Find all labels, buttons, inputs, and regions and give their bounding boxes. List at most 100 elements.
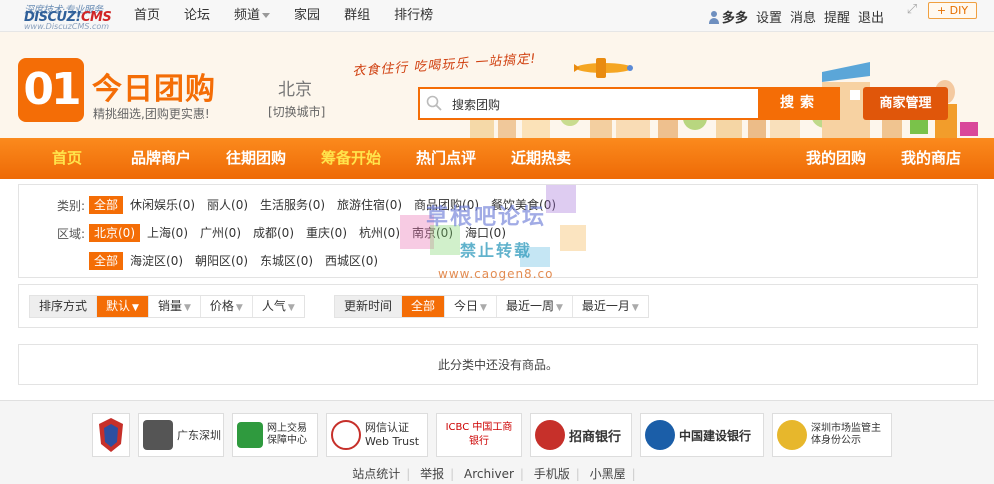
top-nav-home[interactable]: 首页 xyxy=(122,0,172,32)
region-option[interactable]: 广州(0) xyxy=(195,224,246,242)
top-bar: 深度技术·专业服务 DISCUZ!CMS www.DiscuzCMS.com 首… xyxy=(0,0,994,32)
archiver-link[interactable]: Archiver xyxy=(464,467,514,481)
sort-label: 排序方式 xyxy=(30,296,98,317)
site-logo[interactable]: 深度技术·专业服务 DISCUZ!CMS www.DiscuzCMS.com xyxy=(22,1,122,31)
main-nav-recent-bestsellers[interactable]: 近期热卖 xyxy=(511,138,571,179)
main-nav-past-deals[interactable]: 往期团购 xyxy=(226,138,286,179)
arrow-down-icon: ▼ xyxy=(183,303,191,313)
main-nav-hot-reviews[interactable]: 热门点评 xyxy=(416,138,476,179)
police-badge[interactable] xyxy=(92,413,130,457)
expand-icon[interactable]: ⤢ xyxy=(905,3,919,17)
trade-guarantee-badge[interactable]: 网上交易保障中心 xyxy=(232,413,318,457)
market-supervision-badge[interactable]: 深圳市场监管主体身份公示 xyxy=(772,413,892,457)
site-title: 今日团购 xyxy=(92,72,216,107)
top-nav-forum[interactable]: 论坛 xyxy=(172,0,222,32)
search-button[interactable]: 搜索 xyxy=(760,87,840,120)
district-option[interactable]: 全部 xyxy=(89,252,124,270)
icbc-badge[interactable]: ICBC 中国工商银行 xyxy=(436,413,522,457)
logout-link[interactable]: 退出 xyxy=(854,7,888,26)
shield-check-icon xyxy=(237,422,263,448)
time-month[interactable]: 最近一月 ▼ xyxy=(572,296,648,317)
top-nav-groups[interactable]: 群组 xyxy=(332,0,382,32)
category-filter-row: 类别: 全部 休闲娱乐(0) 丽人(0) 生活服务(0) 旅游住宿(0) 商品团… xyxy=(19,194,563,216)
time-label: 更新时间 xyxy=(335,296,403,317)
site-subtitle: 精挑细选,团购更实惠! xyxy=(93,107,210,121)
district-option[interactable]: 海淀区(0) xyxy=(125,252,188,270)
category-label: 类别: xyxy=(56,198,85,213)
diy-button[interactable]: + DIY xyxy=(928,2,977,19)
airplane-icon xyxy=(574,58,633,78)
category-option[interactable]: 丽人(0) xyxy=(202,196,253,214)
notifications-link[interactable]: 提醒 xyxy=(820,7,854,26)
sort-default[interactable]: 默认 ▼ xyxy=(97,296,149,317)
badge-label: 深圳市场监管主体身份公示 xyxy=(811,423,881,446)
bank-logo-icon xyxy=(645,420,675,450)
report-link[interactable]: 举报 xyxy=(420,467,444,481)
separator: | xyxy=(406,467,411,481)
messages-link[interactable]: 消息 xyxy=(786,7,820,26)
district-option[interactable]: 朝阳区(0) xyxy=(190,252,253,270)
separator: | xyxy=(575,467,580,481)
time-week[interactable]: 最近一周 ▼ xyxy=(496,296,573,317)
district-option[interactable]: 东城区(0) xyxy=(255,252,318,270)
category-option[interactable]: 餐饮美食(0) xyxy=(486,196,561,214)
logo-url: www.DiscuzCMS.com xyxy=(24,22,110,31)
main-nav-brands[interactable]: 品牌商户 xyxy=(131,138,191,179)
current-city: 北京 xyxy=(278,80,312,100)
region-option[interactable]: 南京(0) xyxy=(407,224,458,242)
username-link[interactable]: 多多 xyxy=(704,7,752,26)
ccb-badge[interactable]: 中国建设银行 xyxy=(640,413,764,457)
plus-icon: + xyxy=(936,4,947,17)
time-today[interactable]: 今日 ▼ xyxy=(445,296,497,317)
region-option[interactable]: 成都(0) xyxy=(248,224,299,242)
arrow-down-icon: ▼ xyxy=(132,303,139,313)
category-option[interactable]: 生活服务(0) xyxy=(255,196,330,214)
user-menu: 多多 设置 消息 提醒 退出 xyxy=(704,0,888,32)
region-option[interactable]: 重庆(0) xyxy=(301,224,352,242)
sort-price[interactable]: 价格 ▼ xyxy=(200,296,253,317)
main-nav-my-groupbuys[interactable]: 我的团购 xyxy=(806,138,866,179)
sort-popularity[interactable]: 人气 ▼ xyxy=(252,296,304,317)
region-option[interactable]: 海口(0) xyxy=(460,224,511,242)
region-filter-row: 区域: 北京(0) 上海(0) 广州(0) 成都(0) 重庆(0) 杭州(0) … xyxy=(19,222,513,244)
switch-city-link[interactable]: [切换城市] xyxy=(268,103,325,120)
shenzhen-badge[interactable]: 广东深圳 xyxy=(138,413,224,457)
main-nav-my-store[interactable]: 我的商店 xyxy=(901,138,961,179)
time-all[interactable]: 全部 xyxy=(402,296,446,317)
main-nav-home[interactable]: 首页 xyxy=(52,138,82,179)
shield-icon xyxy=(99,418,123,452)
cmb-badge[interactable]: 招商银行 xyxy=(530,413,632,457)
top-nav-channel[interactable]: 频道 xyxy=(222,0,282,32)
trust-badges: 广东深圳 网上交易保障中心 网信认证 Web Trust ICBC 中国工商银行… xyxy=(92,413,900,457)
category-option[interactable]: 旅游住宿(0) xyxy=(332,196,407,214)
diy-label: DIY xyxy=(949,4,969,17)
time-month-label: 最近一月 xyxy=(581,299,630,313)
groupbuy-logo[interactable]: 01 xyxy=(18,58,84,122)
category-option[interactable]: 商品团购(0) xyxy=(409,196,484,214)
main-nav-upcoming[interactable]: 筹备开始 xyxy=(321,138,381,179)
region-option[interactable]: 上海(0) xyxy=(142,224,193,242)
separator: | xyxy=(519,467,524,481)
top-nav-ranking[interactable]: 排行榜 xyxy=(382,0,445,32)
search-input[interactable] xyxy=(452,94,752,114)
category-option[interactable]: 休闲娱乐(0) xyxy=(125,196,200,214)
time-group: 更新时间 全部 今日 ▼ 最近一周 ▼ 最近一月 ▼ xyxy=(334,295,649,318)
mobile-link[interactable]: 手机版 xyxy=(534,467,570,481)
stats-link[interactable]: 站点统计 xyxy=(352,467,400,481)
top-nav-home-space[interactable]: 家园 xyxy=(282,0,332,32)
category-option[interactable]: 全部 xyxy=(89,196,124,214)
region-label: 区域: xyxy=(56,226,85,241)
sort-bar: 排序方式 默认 ▼ 销量 ▼ 价格 ▼ 人气 ▼ 更新时间 全部 今日 ▼ 最近一周 ▼ 最… xyxy=(18,284,978,328)
sort-sales-label: 销量 xyxy=(157,299,182,313)
region-option[interactable]: 北京(0) xyxy=(89,224,140,242)
web-trust-badge[interactable]: 网信认证 Web Trust xyxy=(326,413,428,457)
bank-logo-icon xyxy=(535,420,565,450)
blackroom-link[interactable]: 小黑屋 xyxy=(590,467,626,481)
merchant-manage-button[interactable]: 商家管理 xyxy=(863,87,948,120)
sort-sales[interactable]: 销量 ▼ xyxy=(148,296,201,317)
username-label: 多多 xyxy=(721,10,748,26)
district-option[interactable]: 西城区(0) xyxy=(320,252,383,270)
separator: | xyxy=(450,467,455,481)
settings-link[interactable]: 设置 xyxy=(752,7,786,26)
region-option[interactable]: 杭州(0) xyxy=(354,224,405,242)
